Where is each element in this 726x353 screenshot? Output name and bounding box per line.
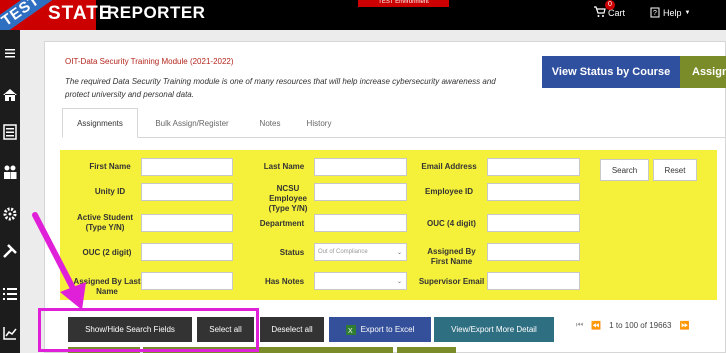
tools-icon[interactable] xyxy=(0,240,20,262)
annotation-arrow-icon xyxy=(32,212,86,310)
assign-button[interactable]: Assign xyxy=(680,56,726,88)
reset-button[interactable]: Reset xyxy=(653,159,697,181)
pagination: ⏮ ⏪ 1 to 100 of 19663 ⏩ xyxy=(576,320,689,330)
supervisor-email-field[interactable] xyxy=(487,272,580,290)
app-title: REPORTER xyxy=(107,3,206,22)
brand-text: STATE xyxy=(48,3,113,24)
supervisor-email-label: Supervisor Email xyxy=(418,277,485,286)
home-icon[interactable] xyxy=(0,84,20,106)
has-notes-label: Has Notes xyxy=(264,277,305,286)
gears-icon[interactable] xyxy=(0,203,20,225)
help-icon: ? xyxy=(650,7,660,18)
export-to-excel-button[interactable]: X Export to Excel xyxy=(329,317,431,342)
email-address-label: Email Address xyxy=(421,162,477,171)
chevron-down-icon: ⌄ xyxy=(396,278,402,285)
tab-bulk-assign-register[interactable]: Bulk Assign/Register xyxy=(142,108,242,138)
ouc-4-digit-field[interactable] xyxy=(487,214,580,232)
last-name-field[interactable] xyxy=(314,158,407,176)
ncsu-employee-label: NCSU Employee (Type Y/N) xyxy=(268,184,308,213)
tab-bar: Assignments Bulk Assign/Register Notes H… xyxy=(62,108,726,138)
cart-count-badge: 0 xyxy=(605,0,615,10)
active-student-field[interactable] xyxy=(141,214,233,232)
employee-id-field[interactable] xyxy=(487,183,580,201)
deselect-all-button[interactable]: Deselect all xyxy=(260,317,324,342)
first-page-icon[interactable]: ⏮ xyxy=(576,320,583,330)
excel-icon: X xyxy=(345,324,356,335)
tab-history[interactable]: History xyxy=(294,108,344,138)
status-select-value: Out of Compliance xyxy=(318,249,368,255)
department-label: Department xyxy=(259,219,305,228)
tab-notes[interactable]: Notes xyxy=(248,108,292,138)
assigned-by-first-name-label: Assigned By First Name xyxy=(427,247,476,266)
next-page-icon[interactable]: ⏩ xyxy=(679,321,689,330)
sidebar xyxy=(0,30,20,353)
svg-text:?: ? xyxy=(653,10,657,17)
export-to-excel-label: Export to Excel xyxy=(360,325,415,334)
view-status-by-course-button[interactable]: View Status by Course xyxy=(542,56,680,88)
ncsu-employee-field[interactable] xyxy=(314,183,407,201)
first-name-field[interactable] xyxy=(141,158,233,176)
employee-id-label: Employee ID xyxy=(424,187,473,196)
users-icon[interactable] xyxy=(0,161,20,183)
list-icon[interactable] xyxy=(0,283,20,305)
chevron-down-icon: ▼ xyxy=(684,9,691,16)
assigned-by-last-name-field[interactable] xyxy=(141,272,233,290)
help-menu[interactable]: ? Help ▼ xyxy=(650,7,690,18)
status-select[interactable]: Out of Compliance ⌄ xyxy=(314,243,407,261)
module-description: The required Data Security Training modu… xyxy=(65,77,496,99)
unity-id-field[interactable] xyxy=(141,183,233,201)
pagination-range: 1 to 100 of 19663 xyxy=(609,320,672,330)
ouc-4-digit-label: OUC (4 digit) xyxy=(427,219,476,228)
first-name-label: First Name xyxy=(89,162,131,171)
chevron-down-icon: ⌄ xyxy=(396,249,402,256)
bottom-partial-button[interactable] xyxy=(397,347,456,353)
svg-text:X: X xyxy=(348,328,353,335)
hamburger-icon[interactable] xyxy=(0,42,20,64)
last-name-label: Last Name xyxy=(263,162,305,171)
view-export-more-detail-button[interactable]: View/Export More Detail xyxy=(434,317,554,342)
status-label: Status xyxy=(279,248,305,257)
ouc-2-digit-field[interactable] xyxy=(141,243,233,261)
tab-assignments[interactable]: Assignments xyxy=(62,108,138,138)
search-button[interactable]: Search xyxy=(600,159,649,181)
help-label: Help xyxy=(663,7,682,18)
department-field[interactable] xyxy=(314,214,407,232)
report-icon[interactable] xyxy=(0,121,20,143)
environment-badge: TEST Environment xyxy=(358,0,449,7)
top-bar: STATE TEST REPORTER TEST Environment Car… xyxy=(0,0,726,39)
email-address-field[interactable] xyxy=(487,158,580,176)
has-notes-select[interactable]: ⌄ xyxy=(314,272,407,290)
module-title: OIT-Data Security Training Module (2021-… xyxy=(65,57,234,66)
cart-icon xyxy=(594,6,606,17)
chart-icon[interactable] xyxy=(0,322,20,344)
assigned-by-first-name-field[interactable] xyxy=(487,243,580,261)
unity-id-label: Unity ID xyxy=(94,187,126,196)
prev-page-icon[interactable]: ⏪ xyxy=(591,321,601,330)
